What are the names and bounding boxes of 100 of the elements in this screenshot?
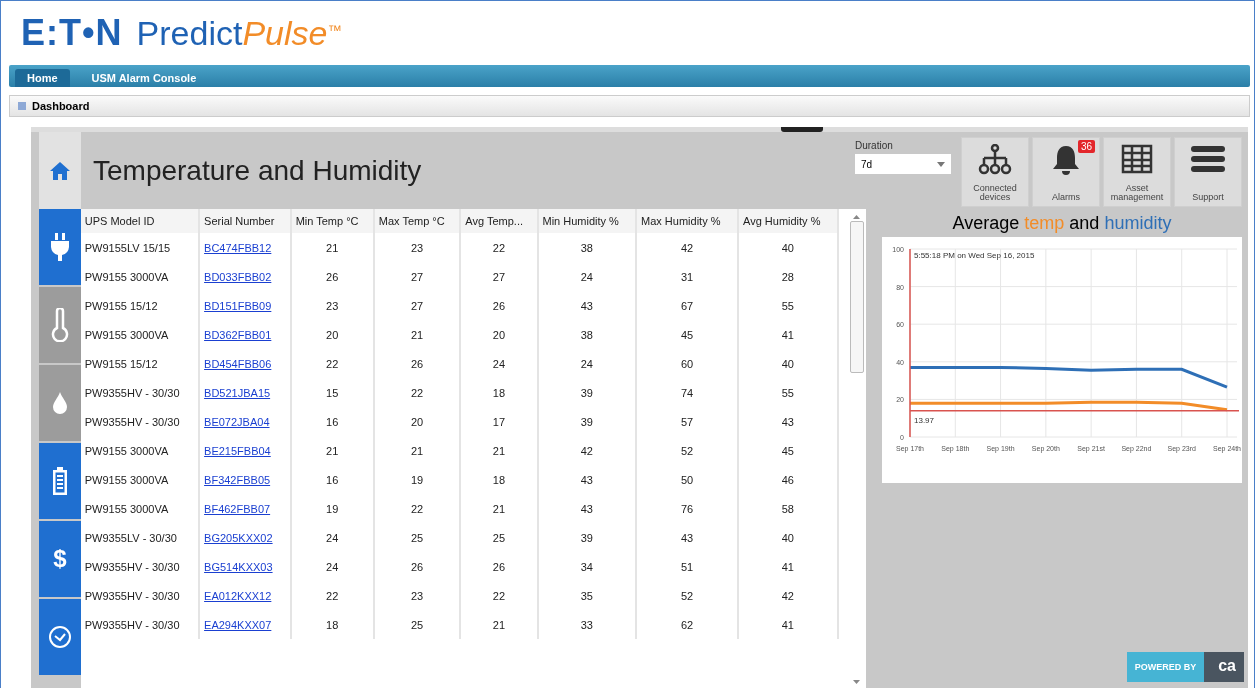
table-cell: 39 xyxy=(580,531,593,544)
nav-tab[interactable]: Home xyxy=(15,69,70,87)
hierarchy-icon xyxy=(978,144,1012,176)
thermometer-tab[interactable] xyxy=(39,287,81,363)
column-header[interactable]: UPS Model ID xyxy=(80,209,200,233)
serial-link[interactable]: EA294KXX07 xyxy=(204,618,272,631)
table-cell: 62 xyxy=(680,618,694,631)
serial-link[interactable]: BD454FBB06 xyxy=(204,357,272,370)
table-cell: 39 xyxy=(580,386,593,399)
serial-link[interactable]: BE072JBA04 xyxy=(204,415,270,428)
assets-button[interactable]: Asset management xyxy=(1103,137,1171,207)
devices-button[interactable]: Connected devices xyxy=(961,137,1029,207)
table-cell: 16 xyxy=(326,473,339,486)
table-cell: 26 xyxy=(492,560,506,573)
table-cell: 21 xyxy=(326,241,339,254)
column-header[interactable]: Avg Temp... xyxy=(460,209,538,233)
table-cell: 21 xyxy=(326,444,339,457)
serial-link[interactable]: BE215FBB04 xyxy=(204,444,271,457)
table-cell: 23 xyxy=(326,299,339,312)
table-cell: 39 xyxy=(580,415,593,428)
table-cell: 42 xyxy=(680,241,694,254)
column-header[interactable]: Max Temp °C xyxy=(373,209,461,233)
table-cell: 22 xyxy=(410,386,424,399)
serial-link[interactable]: BD521JBA15 xyxy=(204,386,271,399)
serial-link[interactable]: BG514KXX03 xyxy=(204,560,273,573)
table-cell: 42 xyxy=(580,444,593,457)
table-cell: 17 xyxy=(492,415,506,428)
table-cell: 26 xyxy=(410,357,424,370)
duration-select[interactable]: 7d xyxy=(855,154,951,174)
table-cell: 22 xyxy=(492,241,506,254)
square-icon xyxy=(18,102,26,110)
column-header[interactable]: Avg Humidity % xyxy=(738,209,838,233)
table-cell: 27 xyxy=(492,270,506,283)
table-cell: 55 xyxy=(781,299,794,312)
drag-handle[interactable] xyxy=(781,127,823,132)
serial-link[interactable]: BF342FBB05 xyxy=(204,473,271,486)
drop-icon xyxy=(51,391,68,415)
table-cell: 21 xyxy=(410,444,424,457)
table-cell: 41 xyxy=(781,560,794,573)
table-cell: 40 xyxy=(781,241,794,254)
table-cell: 50 xyxy=(680,473,694,486)
table-cell: PW9155 15/12 xyxy=(84,299,158,312)
table-cell: PW9355HV - 30/30 xyxy=(84,560,180,573)
table-cell: 18 xyxy=(492,473,506,486)
table-cell: 16 xyxy=(326,415,339,428)
dollar-tab[interactable]: $ xyxy=(39,521,81,597)
table-cell: 31 xyxy=(680,270,694,283)
column-header[interactable]: Min Humidity % xyxy=(537,209,636,233)
table-cell: 23 xyxy=(410,241,424,254)
threshold-label: 13.97 xyxy=(914,415,935,425)
table-cell: 52 xyxy=(680,589,694,602)
table-cell: PW9155 3000VA xyxy=(84,270,169,283)
table-cell: 19 xyxy=(410,473,424,486)
table-cell: 42 xyxy=(781,589,794,602)
table-cell: 57 xyxy=(680,415,694,428)
table-cell: 41 xyxy=(781,328,794,341)
scroll-thumb[interactable] xyxy=(849,221,864,373)
caret-icon xyxy=(937,161,945,167)
table-cell: 18 xyxy=(492,386,506,399)
table-cell: 23 xyxy=(410,589,424,602)
serial-link[interactable]: BC474FBB12 xyxy=(204,241,272,254)
home-icon xyxy=(49,160,71,181)
table-cell: 22 xyxy=(326,357,339,370)
home-button[interactable] xyxy=(39,132,81,209)
table-cell: 18 xyxy=(326,618,339,631)
table-cell: 60 xyxy=(680,357,694,370)
column-header[interactable]: Min Temp °C xyxy=(290,209,374,233)
alarms-button[interactable]: 36 Alarms xyxy=(1032,137,1100,207)
serial-link[interactable]: BD033FBB02 xyxy=(204,270,272,283)
table-cell: 51 xyxy=(680,560,694,573)
table-cell: 43 xyxy=(580,502,593,515)
serial-link[interactable]: BF462FBB07 xyxy=(204,502,271,515)
table-cell: 20 xyxy=(410,415,424,428)
bell-icon xyxy=(1051,144,1081,176)
column-header[interactable]: Serial Number xyxy=(199,209,291,233)
serial-link[interactable]: BG205KXX02 xyxy=(204,531,273,544)
serial-link[interactable]: BD151FBB09 xyxy=(204,299,272,312)
table-cell: 52 xyxy=(680,444,694,457)
table-cell: 24 xyxy=(580,357,593,370)
table-cell: 74 xyxy=(680,386,694,399)
serial-link[interactable]: EA012KXX12 xyxy=(204,589,272,602)
table-cell: 26 xyxy=(410,560,424,573)
serial-link[interactable]: BD362FBB01 xyxy=(204,328,272,341)
table-cell: 76 xyxy=(680,502,694,515)
battery-tab[interactable] xyxy=(39,443,81,519)
support-button[interactable]: Support xyxy=(1174,137,1242,207)
scroll-down-icon xyxy=(853,680,861,684)
menu-icon xyxy=(1190,144,1226,174)
table-cell: 33 xyxy=(580,618,593,631)
table-cell: 20 xyxy=(326,328,339,341)
nav-tab[interactable]: USM Alarm Console xyxy=(79,69,209,87)
column-header[interactable]: Max Humidity % xyxy=(636,209,738,233)
table-cell: PW9355HV - 30/30 xyxy=(84,618,180,631)
table-cell: 45 xyxy=(781,444,794,457)
table-cell: 40 xyxy=(781,531,794,544)
table-cell: 67 xyxy=(680,299,694,312)
plug-tab[interactable] xyxy=(39,209,81,285)
plug-icon xyxy=(49,233,70,261)
drop-tab[interactable] xyxy=(39,365,81,441)
table-cell: 58 xyxy=(781,502,794,515)
